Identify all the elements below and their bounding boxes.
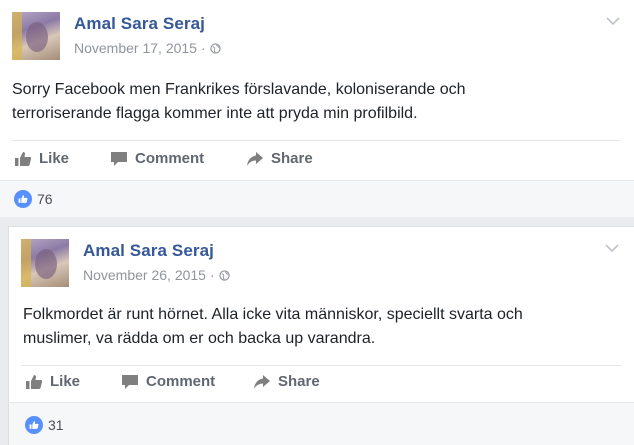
chevron-down-icon[interactable] [606, 16, 620, 26]
like-count[interactable]: 31 [25, 416, 64, 434]
comment-icon [122, 374, 138, 389]
comment-button[interactable]: Comment [121, 373, 215, 390]
like-badge-icon [14, 190, 32, 208]
like-badge-icon [25, 416, 43, 434]
comment-icon [111, 151, 127, 166]
post-meta: November 17, 2015 · [74, 40, 221, 56]
post-author[interactable]: Amal Sara Seraj [83, 241, 214, 261]
post-card: Amal Sara Seraj November 17, 2015 · Sorr… [0, 0, 634, 180]
comment-label: Comment [146, 373, 216, 390]
share-label: Share [271, 150, 313, 167]
like-count-value: 31 [48, 417, 64, 433]
post-footer: 76 [0, 180, 634, 217]
avatar[interactable] [12, 12, 60, 60]
globe-icon [218, 269, 230, 281]
divider [21, 365, 621, 366]
share-icon [254, 374, 270, 389]
like-icon [26, 374, 43, 389]
post-date[interactable]: November 17, 2015 · [74, 40, 206, 56]
post-author[interactable]: Amal Sara Seraj [74, 14, 205, 34]
post-card: Amal Sara Seraj November 26, 2015 · Folk… [8, 226, 634, 403]
like-button[interactable]: Like [14, 150, 69, 167]
share-icon [247, 151, 263, 166]
share-label: Share [278, 373, 320, 390]
post-date[interactable]: November 26, 2015 · [83, 267, 215, 283]
post-text: Sorry Facebook men Frankrikes förslavand… [12, 81, 466, 122]
share-button[interactable]: Share [246, 150, 313, 167]
globe-icon [209, 42, 221, 54]
like-button[interactable]: Like [25, 373, 80, 390]
comment-label: Comment [135, 150, 205, 167]
like-count[interactable]: 76 [14, 190, 53, 208]
post-text: Folkmordet är runt hörnet. Alla icke vit… [23, 306, 523, 347]
like-count-value: 76 [37, 191, 53, 207]
avatar[interactable] [21, 239, 69, 287]
divider [12, 140, 620, 141]
comment-button[interactable]: Comment [110, 150, 204, 167]
like-label: Like [50, 373, 81, 390]
post-meta: November 26, 2015 · [83, 267, 230, 283]
like-icon [15, 151, 32, 166]
share-button[interactable]: Share [253, 373, 320, 390]
like-label: Like [39, 150, 70, 167]
post-footer: 31 [8, 402, 634, 445]
chevron-down-icon[interactable] [605, 243, 619, 253]
